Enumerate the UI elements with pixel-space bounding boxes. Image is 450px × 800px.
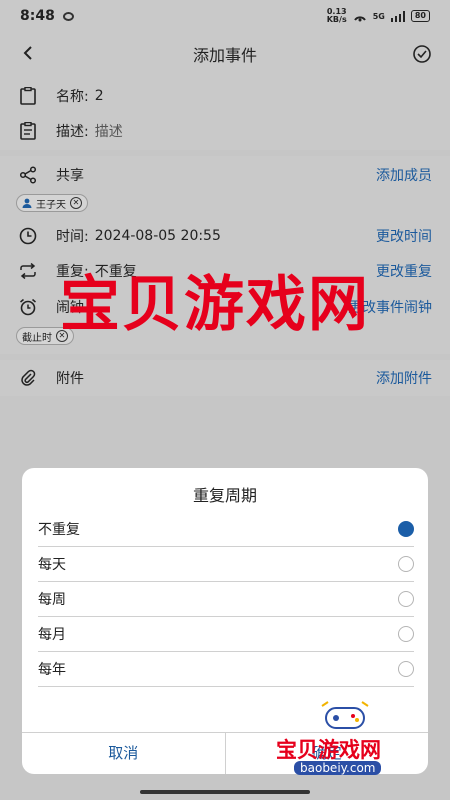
attachment-section: 附件 添加附件 xyxy=(0,360,450,396)
change-repeat-button[interactable]: 更改重复 xyxy=(376,261,432,281)
radio-selected-icon[interactable] xyxy=(398,521,414,537)
add-member-button[interactable]: 添加成员 xyxy=(376,165,432,185)
confirm-button[interactable] xyxy=(394,44,450,64)
basic-info-section: 名称: 2 描述: 描述 xyxy=(0,76,450,150)
status-indicators: 0.13 KB/s 5G 80 xyxy=(327,8,430,24)
watermark-small-text: 宝贝游戏网 xyxy=(276,738,381,762)
name-label: 名称: xyxy=(56,89,89,105)
app-bar: 添加事件 xyxy=(0,32,450,76)
back-button[interactable] xyxy=(0,42,56,67)
share-icon xyxy=(19,166,37,184)
name-row[interactable]: 名称: 2 xyxy=(0,78,450,114)
notification-icon xyxy=(62,11,74,21)
option-yearly[interactable]: 每年 xyxy=(38,652,414,687)
share-row: 共享 添加成员 xyxy=(0,157,450,193)
radio-icon[interactable] xyxy=(398,661,414,677)
radio-icon[interactable] xyxy=(398,591,414,607)
description-input[interactable]: 描述 xyxy=(95,121,123,141)
name-value[interactable]: 2 xyxy=(95,88,104,104)
status-time: 8:48 xyxy=(20,8,55,24)
attachment-row: 附件 添加附件 xyxy=(0,360,450,396)
option-label: 不重复 xyxy=(38,522,80,538)
status-bar: 8:48 0.13 KB/s 5G 80 xyxy=(0,0,450,32)
alarm-chip-label: 截止时 xyxy=(22,332,52,344)
option-weekly[interactable]: 每周 xyxy=(38,582,414,617)
network-type: 5G xyxy=(372,11,385,21)
time-row[interactable]: 时间: 2024-08-05 20:55 更改时间 xyxy=(0,218,450,254)
watermark-text: 宝贝游戏网 xyxy=(60,270,370,340)
add-attachment-button[interactable]: 添加附件 xyxy=(376,368,432,388)
option-none[interactable]: 不重复 xyxy=(38,512,414,547)
dialog-title: 重复周期 xyxy=(192,486,257,505)
watermark-url: baobeiy.com xyxy=(294,761,382,775)
battery-icon: 80 xyxy=(410,10,430,22)
home-indicator[interactable] xyxy=(140,790,310,794)
alarm-clock-icon xyxy=(20,298,36,316)
clock-icon xyxy=(19,227,37,245)
option-label: 每天 xyxy=(38,557,66,573)
option-label: 每周 xyxy=(38,592,66,608)
hotspot-icon xyxy=(353,16,366,22)
option-label: 每年 xyxy=(38,662,66,678)
repeat-icon xyxy=(20,263,36,279)
person-icon xyxy=(22,198,32,208)
clipboard-icon xyxy=(20,87,36,105)
check-circle-icon xyxy=(413,45,431,63)
time-value: 2024-08-05 20:55 xyxy=(94,228,221,244)
cancel-button[interactable]: 取消 xyxy=(22,733,226,774)
remove-member-icon[interactable]: ✕ xyxy=(70,197,82,209)
page-title: 添加事件 xyxy=(192,46,257,65)
signal-icon xyxy=(390,10,405,22)
attachment-label: 附件 xyxy=(56,371,84,387)
description-row[interactable]: 描述: 描述 xyxy=(0,113,450,149)
option-label: 每月 xyxy=(38,627,66,643)
radio-icon[interactable] xyxy=(398,556,414,572)
share-label: 共享 xyxy=(56,168,84,184)
change-time-button[interactable]: 更改时间 xyxy=(376,226,432,246)
back-arrow-icon xyxy=(23,45,32,60)
paperclip-icon xyxy=(21,369,36,386)
gamepad-icon xyxy=(321,701,369,729)
network-speed: 0.13 KB/s xyxy=(326,7,347,24)
option-monthly[interactable]: 每月 xyxy=(38,617,414,652)
description-label: 描述: xyxy=(56,124,89,140)
time-label: 时间: xyxy=(56,229,89,245)
radio-icon[interactable] xyxy=(398,626,414,642)
member-name: 王子天 xyxy=(36,199,66,211)
watermark-logo: 宝贝游戏网 baobeiy.com xyxy=(272,700,422,780)
clipboard-text-icon xyxy=(20,122,36,140)
option-daily[interactable]: 每天 xyxy=(38,547,414,582)
member-chip[interactable]: 王子天 ✕ xyxy=(16,194,88,212)
